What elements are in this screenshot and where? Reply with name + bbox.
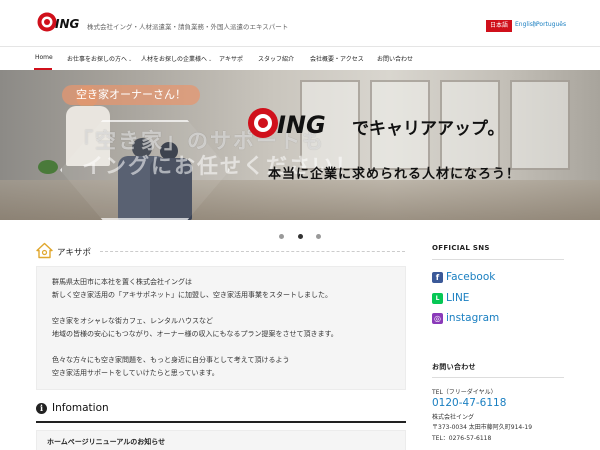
lang-portuguese-link[interactable]: Português — [536, 21, 566, 28]
sidebar-sns-title: OFFICIAL SNS — [432, 244, 490, 252]
slider-dot-active[interactable] — [297, 234, 303, 239]
hero-plant — [38, 160, 58, 174]
slider-dots — [0, 226, 600, 239]
lang-japanese-button[interactable]: 日本語 — [486, 20, 513, 32]
site-header: ING 株式会社イング・人材派遣業・請負業務・外国人派遣のエキスパート 日本語 … — [0, 0, 600, 46]
akisapo-notice-box: 群馬県太田市に本社を置く株式会社イングは 新しく空き家活用の「アキサポネット」に… — [36, 266, 406, 390]
contact-phone-link[interactable]: 0120-47-6118 — [432, 397, 506, 409]
nav-item-label: 人材をお探しの企業様へ — [141, 56, 208, 63]
hero-subheadline: 本当に企業に求められる人材になろう！ — [268, 167, 521, 182]
sidebar-divider — [432, 377, 564, 378]
line-icon: L — [432, 293, 443, 304]
hero-bg-window — [510, 80, 570, 170]
svg-text:ING: ING — [55, 17, 80, 31]
nav-item-staff[interactable]: スタッフ紹介 — [258, 54, 294, 63]
sidebar-divider — [432, 259, 564, 260]
section-divider — [100, 251, 405, 252]
site-tagline: 株式会社イング・人材派遣業・請負業務・外国人派遣のエキスパート — [87, 23, 289, 31]
nav-item-label: 会社概要・アクセス — [310, 56, 364, 63]
nav-item-label: お仕事をお探しの方へ — [67, 56, 128, 63]
sns-link-label[interactable]: Facebook — [446, 271, 495, 283]
slider-dot[interactable] — [315, 234, 321, 239]
slider-dot[interactable] — [279, 234, 285, 239]
info-icon: i — [36, 403, 47, 414]
notice-line: 空き家をオシャレな街カフェ、レンタルハウスなど — [52, 317, 213, 325]
akisapo-section-title: アキサポ — [57, 248, 92, 258]
nav-item-label: アキサポ — [219, 56, 244, 63]
contact-tel2: TEL：0276-57-6118 — [432, 435, 492, 442]
notice-line: 色々な方々にも空き家問題を、もっと身近に自分事として考えて頂けるよう — [52, 356, 290, 364]
sidebar-contact-title: お問い合わせ — [432, 363, 476, 371]
svg-text:ING: ING — [277, 111, 326, 139]
hero-ing-logo: ING — [248, 108, 326, 139]
information-divider — [36, 421, 406, 423]
notice-line: 空き家活用サポートをしていけたらと思っています。 — [52, 369, 219, 377]
sns-link-label[interactable]: LINE — [446, 292, 469, 304]
contact-address: 〒373-0034 太田市藤阿久町914-19 — [432, 424, 533, 431]
contact-tel-label: TEL（フリーダイヤル） — [432, 389, 497, 396]
instagram-icon: ◎ — [432, 313, 443, 324]
nav-item-home[interactable]: Home — [35, 54, 53, 61]
information-section-title: Infomation — [52, 402, 109, 414]
contact-company: 株式会社イング — [432, 414, 475, 421]
nav-item-label: スタッフ紹介 — [258, 56, 295, 63]
lang-separator: | — [533, 21, 536, 28]
chevron-down-icon: ⌄ — [128, 57, 133, 63]
notice-line: 新しく空き家活用の「アキサポネット」に加盟し、空き家活用事業をスタートしました。 — [52, 291, 332, 299]
nav-item-label: お問い合わせ — [377, 56, 414, 63]
main-nav: Home お仕事をお探しの方へ⌄ 人材をお探しの企業様へ⌄ アキサポ スタッフ紹… — [0, 46, 600, 70]
nav-item-label: Home — [35, 54, 53, 61]
nav-item-contact[interactable]: お問い合わせ — [377, 54, 413, 63]
information-item-title[interactable]: ホームページリニューアルのお知らせ — [47, 437, 165, 447]
nav-item-job-seekers[interactable]: お仕事をお探しの方へ⌄ — [67, 54, 132, 63]
ing-logo[interactable]: ING — [37, 10, 87, 34]
notice-line: 地域の皆様の安心にもつながり、オーナー様の収入にもなるプラン提案をさせて頂きます… — [52, 330, 338, 338]
nav-item-akisapo[interactable]: アキサポ — [219, 54, 243, 63]
information-item[interactable]: ホームページリニューアルのお知らせ — [36, 430, 406, 450]
nav-item-employers[interactable]: 人材をお探しの企業様へ⌄ — [141, 54, 212, 63]
hero-headline: でキャリアアップ。 — [352, 119, 505, 139]
facebook-icon: f — [432, 272, 443, 283]
house-icon — [36, 242, 53, 259]
chevron-down-icon: ⌄ — [208, 57, 213, 63]
notice-line: 群馬県太田市に本社を置く株式会社イングは — [52, 278, 192, 286]
nav-item-company[interactable]: 会社概要・アクセス — [310, 54, 364, 63]
sns-link-label[interactable]: instagram — [446, 312, 499, 324]
hero-pill-label: 空き家オーナーさん！ — [62, 85, 200, 105]
